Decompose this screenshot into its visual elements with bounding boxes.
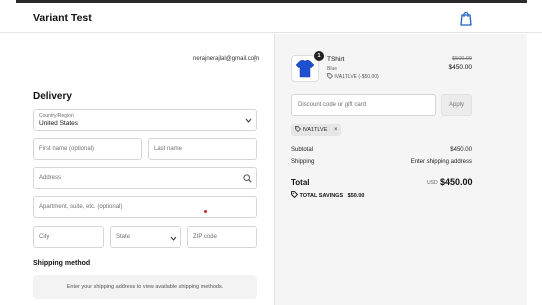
product-variant: Blue	[327, 66, 338, 72]
applied-discount-chip: IVA1TLVE ×	[291, 124, 342, 136]
checkout-header: Variant Test	[0, 3, 542, 33]
shipping-label: Shipping	[291, 159, 315, 165]
total-value: $450.00	[440, 177, 473, 187]
product-discount-line: IVA1TLVE (-$50.00)	[327, 73, 379, 80]
product-name: TShirt	[327, 56, 345, 63]
zip-placeholder: ZIP code	[193, 234, 217, 240]
discount-code-input[interactable]: Discount code or gift card	[291, 94, 436, 116]
apartment-field[interactable]: Apartment, suite, etc. (optional)	[33, 196, 257, 218]
cursor-indicator	[204, 210, 207, 213]
applied-discount-code: IVA1TLVE	[302, 127, 328, 133]
search-icon	[243, 174, 252, 183]
total-savings-label: TOTAL SAVINGS	[299, 193, 344, 199]
shopping-bag-icon[interactable]	[459, 11, 473, 26]
city-placeholder: City	[39, 234, 50, 240]
zip-field[interactable]: ZIP code	[187, 226, 257, 248]
total-currency: USD	[427, 180, 438, 186]
tag-icon	[291, 191, 299, 199]
tag-icon	[295, 126, 301, 132]
total-savings-value: $50.00	[347, 193, 365, 199]
last-name-placeholder: Last name	[154, 146, 183, 152]
delivery-heading: Delivery	[33, 91, 72, 102]
total-label: Total	[291, 178, 310, 187]
account-email: nerajnerajlal@gmail.com	[193, 56, 260, 62]
state-select[interactable]: State	[110, 226, 181, 248]
shipping-method-box: Enter your shipping address to view avai…	[33, 275, 257, 299]
apartment-placeholder: Apartment, suite, etc. (optional)	[39, 204, 123, 210]
shipping-method-message: Enter your shipping address to view avai…	[66, 284, 224, 290]
state-placeholder: State	[116, 234, 131, 240]
first-name-placeholder: First name (optional)	[39, 146, 95, 152]
product-discount-text: IVA1TLVE (-$50.00)	[334, 74, 379, 80]
total-savings: TOTAL SAVINGS $50.00	[291, 191, 365, 199]
address-field[interactable]: Address	[33, 167, 257, 189]
last-name-field[interactable]: Last name	[148, 138, 257, 160]
kebab-menu-icon[interactable]: ⋮	[251, 54, 259, 63]
remove-discount-icon[interactable]: ×	[334, 127, 338, 133]
subtotal-label: Subtotal	[291, 147, 314, 153]
country-label: Country/Region	[39, 113, 74, 119]
city-field[interactable]: City	[33, 226, 104, 248]
tag-icon	[327, 73, 333, 79]
apply-button[interactable]: Apply	[441, 94, 472, 116]
shipping-method-heading: Shipping method	[33, 260, 91, 267]
product-price: $450.00	[448, 64, 473, 71]
shipping-value: Enter shipping address	[410, 159, 472, 165]
store-name[interactable]: Variant Test	[33, 12, 92, 24]
chevron-down-icon	[245, 118, 252, 123]
quantity-badge: 1	[314, 51, 324, 61]
first-name-field[interactable]: First name (optional)	[33, 138, 142, 160]
address-placeholder: Address	[39, 175, 62, 181]
discount-code-placeholder: Discount code or gift card	[298, 102, 367, 108]
country-value: United States	[39, 120, 79, 127]
country-select[interactable]: Country/Region United States	[33, 109, 257, 131]
subtotal-value: $450.00	[450, 147, 472, 153]
chevron-down-icon	[170, 236, 177, 241]
product-old-price: $500.00	[452, 56, 472, 62]
